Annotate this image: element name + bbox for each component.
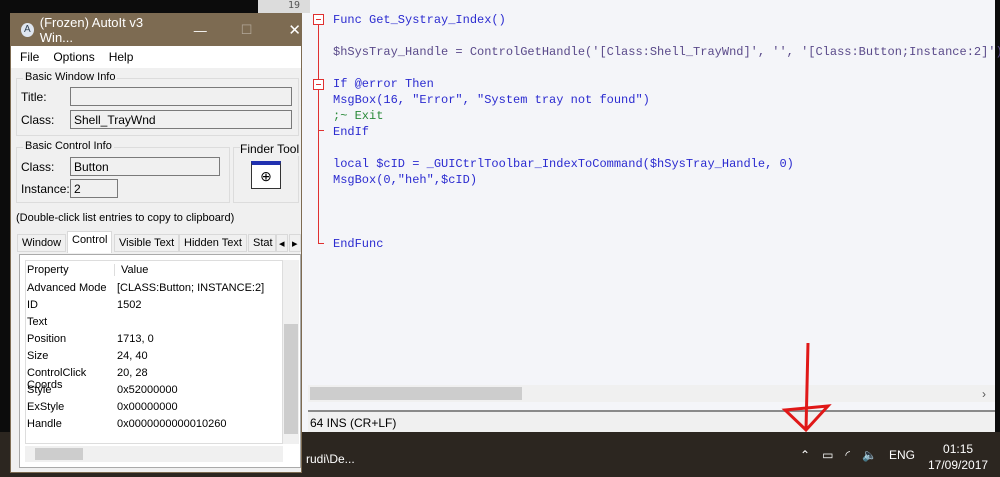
code-line: EndIf <box>333 125 370 139</box>
tab-status[interactable]: Stat <box>248 234 276 252</box>
crosshair-icon[interactable]: ⊕ <box>251 161 281 189</box>
class-field[interactable]: Shell_TrayWnd <box>70 110 292 129</box>
code-line: ;~ Exit <box>333 109 384 123</box>
instance-label: Instance: <box>21 182 70 196</box>
code-line: $hSysTray_Handle = ControlGetHandle('[Cl… <box>333 45 1000 59</box>
property-value: 1502 <box>117 299 142 311</box>
system-tray: ⌃ ▭ ◜ 🔈 ENG <box>800 448 915 462</box>
menu-options[interactable]: Options <box>53 50 94 68</box>
property-value: 0x0000000000010260 <box>117 418 227 430</box>
fold-line <box>318 18 319 244</box>
scrollbar-thumb[interactable] <box>310 387 522 400</box>
control-class-field[interactable]: Button <box>70 157 220 176</box>
property-name: Handle <box>27 418 62 430</box>
tab-scroll-right-icon[interactable]: ▸ <box>289 234 301 252</box>
code-line: local $cID = _GUICtrlToolbar_IndexToComm… <box>333 157 794 171</box>
red-arrow-annotation <box>781 342 832 433</box>
fold-toggle-func[interactable] <box>313 14 324 25</box>
clock[interactable]: 01:15 17/09/2017 <box>928 441 988 473</box>
tab-scroll-left-icon[interactable]: ◂ <box>276 234 288 252</box>
maximize-button[interactable]: ☐ <box>241 22 253 38</box>
close-button[interactable]: ✕ <box>288 21 301 39</box>
title-field[interactable] <box>70 87 292 106</box>
table-row[interactable]: Style 0x52000000 <box>27 384 178 396</box>
class-label: Class: <box>21 113 55 127</box>
group-label: Basic Window Info <box>23 71 118 83</box>
window-title: (Frozen) AutoIt v3 Win... <box>39 15 144 45</box>
taskbar-item[interactable]: rudi\De... <box>306 452 355 466</box>
property-name: ID <box>27 299 38 311</box>
tab-visible-text[interactable]: Visible Text <box>114 234 180 252</box>
time: 01:15 <box>943 442 974 456</box>
title-bar[interactable]: A (Frozen) AutoIt v3 Win... — ☐ ✕ <box>11 14 301 46</box>
menu-help[interactable]: Help <box>109 50 134 68</box>
hint-text: (Double-click list entries to copy to cl… <box>16 212 235 224</box>
code-line: If @error Then <box>333 77 434 91</box>
property-name: Size <box>27 350 49 362</box>
minimize-button[interactable]: — <box>194 23 207 38</box>
control-class-label: Class: <box>21 160 55 174</box>
table-row[interactable]: ID 1502 <box>27 299 141 311</box>
property-name: Style <box>27 384 52 396</box>
table-row[interactable]: Handle 0x0000000000010260 <box>27 418 227 430</box>
chevron-up-icon[interactable]: ⌃ <box>800 448 810 462</box>
finder-tool-label: Finder Tool <box>240 142 300 156</box>
volume-icon[interactable]: 🔈 <box>862 448 877 462</box>
column-header-value[interactable]: Value <box>115 264 148 276</box>
property-name: Text <box>27 316 48 328</box>
autoit-logo-icon: A <box>21 23 34 37</box>
property-value: 1713, 0 <box>117 333 154 345</box>
table-row[interactable]: Position 1713, 0 <box>27 333 154 345</box>
property-value: [CLASS:Button; INSTANCE:2] <box>117 282 265 294</box>
scroll-right-icon[interactable]: › <box>982 387 986 401</box>
date: 17/09/2017 <box>928 458 989 472</box>
table-row[interactable]: ExStyle 0x00000000 <box>27 401 178 413</box>
property-value: 24, 40 <box>117 350 148 362</box>
tab-window[interactable]: Window <box>17 234 67 252</box>
scrollbar-thumb[interactable] <box>284 324 298 434</box>
fold-toggle-if[interactable] <box>313 79 324 90</box>
code-line: EndFunc <box>333 237 384 251</box>
wifi-icon[interactable]: ◜ <box>845 448 850 462</box>
title-label: Title: <box>21 90 47 104</box>
column-header-property[interactable]: Property <box>27 264 115 276</box>
tab-hidden-text[interactable]: Hidden Text <box>179 234 247 252</box>
property-name: ExStyle <box>27 401 65 413</box>
property-value: 0x52000000 <box>117 384 178 396</box>
table-row[interactable]: Size 24, 40 <box>27 350 148 362</box>
property-name: Position <box>27 333 67 345</box>
instance-field[interactable]: 2 <box>70 179 118 198</box>
group-label: Basic Control Info <box>23 140 114 152</box>
property-value: 0x00000000 <box>117 401 178 413</box>
status-bar: 64 INS (CR+LF) <box>308 410 995 432</box>
battery-icon[interactable]: ▭ <box>822 448 833 462</box>
code-line: Func Get_Systray_Index() <box>333 13 506 27</box>
code-line: MsgBox(0,"heh",$cID) <box>333 173 478 187</box>
property-name: Advanced Mode <box>27 282 107 294</box>
scrollbar-thumb[interactable] <box>35 448 83 460</box>
menu-bar: File Options Help <box>11 46 301 68</box>
menu-file[interactable]: File <box>20 50 39 68</box>
table-row[interactable]: Text <box>27 316 117 328</box>
code-text[interactable]: Func Get_Systray_Index() $hSysTray_Handle… <box>333 12 1000 252</box>
autoit-window-info: A (Frozen) AutoIt v3 Win... — ☐ ✕ File O… <box>10 13 302 473</box>
language-indicator[interactable]: ENG <box>889 448 915 462</box>
tab-control[interactable]: Control <box>67 231 113 253</box>
code-line: MsgBox(16, "Error", "System tray not fou… <box>333 93 650 107</box>
table-row[interactable]: Advanced Mode [CLASS:Button; INSTANCE:2] <box>27 282 264 294</box>
list-header: Property Value <box>27 264 148 276</box>
line-number: 19 <box>258 0 310 13</box>
